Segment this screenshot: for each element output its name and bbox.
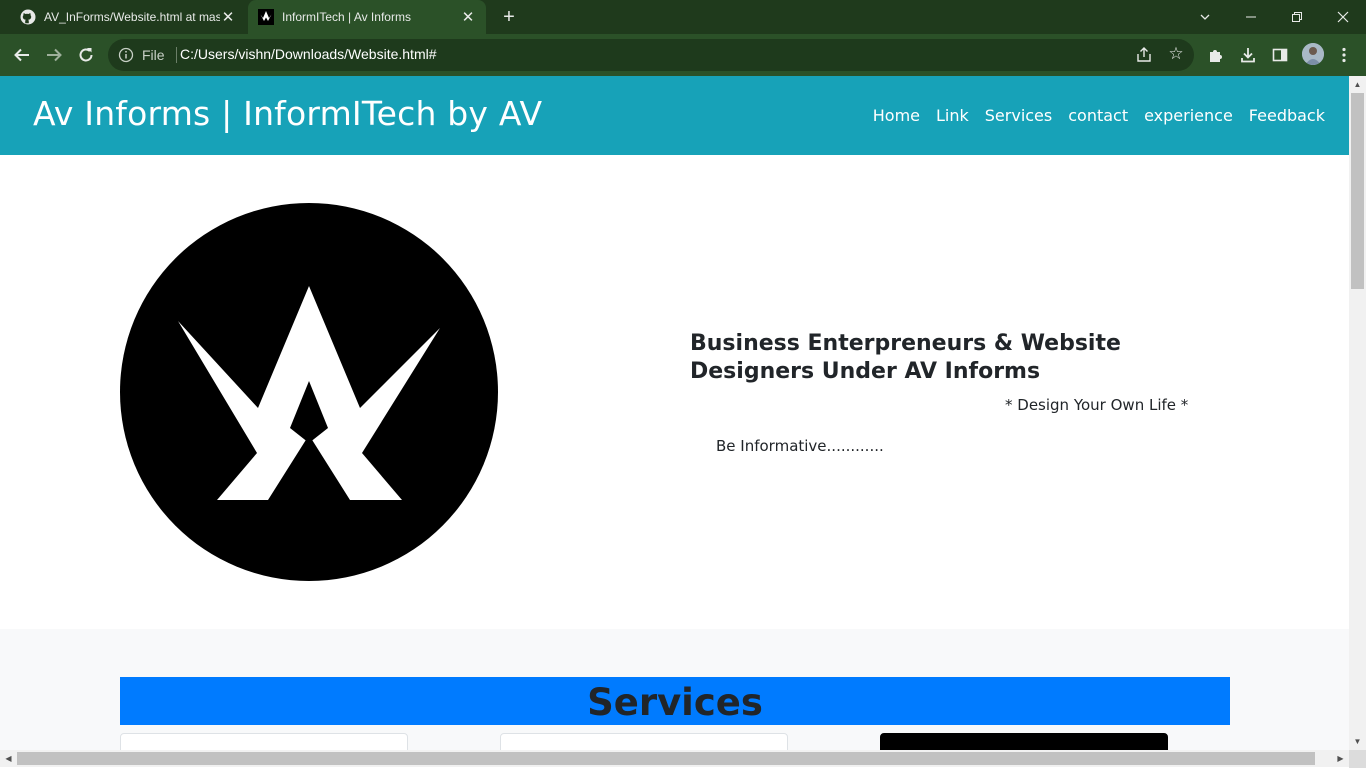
side-panel-icon <box>1272 48 1288 62</box>
nav-link-contact[interactable]: contact <box>1068 106 1128 125</box>
extensions-button[interactable] <box>1204 43 1228 67</box>
site-brand[interactable]: Av Informs | InformITech by AV <box>33 94 542 133</box>
browser-toolbar: File C:/Users/vishn/Downloads/Website.ht… <box>0 34 1366 76</box>
nav-link-experience[interactable]: experience <box>1144 106 1233 125</box>
download-icon <box>1241 48 1255 63</box>
services-heading: Services <box>587 681 763 724</box>
tab-search-button[interactable] <box>1182 0 1228 34</box>
profile-avatar[interactable] <box>1302 43 1324 65</box>
service-card <box>120 733 408 750</box>
av-logo-image <box>120 203 498 581</box>
minimize-button[interactable] <box>1228 0 1274 34</box>
github-icon <box>20 9 36 25</box>
scroll-down-arrow[interactable]: ▼ <box>1349 733 1366 750</box>
address-url[interactable]: C:/Users/vishn/Downloads/Website.html# <box>180 46 437 62</box>
services-section: Services <box>0 629 1349 750</box>
nav-link-link[interactable]: Link <box>936 106 969 125</box>
minimize-icon <box>1246 16 1256 18</box>
tab-title: AV_InForms/Website.html at mas <box>44 10 220 24</box>
vertical-scroll-thumb[interactable] <box>1351 93 1364 289</box>
bookmark-star-icon[interactable]: ☆ <box>1166 44 1186 64</box>
tab-github[interactable]: AV_InForms/Website.html at mas ✕ <box>10 0 246 34</box>
scrollbar-corner <box>1349 750 1366 768</box>
reload-icon <box>79 48 93 62</box>
scroll-up-arrow[interactable]: ▲ <box>1349 76 1366 93</box>
av-logo-icon <box>178 286 440 500</box>
address-bar[interactable]: File C:/Users/vishn/Downloads/Website.ht… <box>108 39 1194 71</box>
downloads-button[interactable] <box>1236 43 1260 67</box>
hero-subtitle: Be Informative............ <box>716 437 884 455</box>
tab-strip: AV_InForms/Website.html at mas ✕ InformI… <box>0 0 1366 34</box>
side-panel-button[interactable] <box>1268 43 1292 67</box>
hero-tagline: * Design Your Own Life * <box>1005 396 1189 414</box>
restore-icon <box>1292 12 1302 22</box>
restore-button[interactable] <box>1274 0 1320 34</box>
arrow-right-icon <box>47 48 62 62</box>
scroll-right-arrow[interactable]: ▶ <box>1332 750 1349 767</box>
kebab-menu-icon <box>1342 47 1346 63</box>
hero-section: Business Enterpreneurs & Website Designe… <box>0 155 1349 629</box>
new-tab-button[interactable]: + <box>498 7 520 29</box>
horizontal-scrollbar[interactable]: ◀ ▶ <box>0 750 1349 767</box>
forward-button[interactable] <box>42 43 66 67</box>
back-button[interactable] <box>10 43 34 67</box>
close-icon <box>1337 11 1349 23</box>
address-separator <box>176 47 177 63</box>
tab-title: InformITech | Av Informs <box>282 10 411 24</box>
tab-informitech[interactable]: InformITech | Av Informs ✕ <box>248 0 486 34</box>
avatar-icon <box>1302 43 1324 65</box>
site-nav-links: Home Link Services contact experience Fe… <box>873 106 1325 125</box>
services-banner: Services <box>120 677 1230 725</box>
service-card <box>880 733 1168 750</box>
nav-link-home[interactable]: Home <box>873 106 920 125</box>
nav-link-services[interactable]: Services <box>985 106 1052 125</box>
horizontal-scroll-thumb[interactable] <box>17 752 1315 765</box>
hero-title: Business Enterpreneurs & Website Designe… <box>690 331 1121 384</box>
address-scheme-label: File <box>142 47 165 63</box>
close-tab-icon[interactable]: ✕ <box>460 9 476 26</box>
chevron-down-icon <box>1200 14 1210 20</box>
service-card <box>500 733 788 750</box>
reload-button[interactable] <box>74 43 98 67</box>
info-icon[interactable] <box>118 47 134 63</box>
scroll-left-arrow[interactable]: ◀ <box>0 750 17 767</box>
vertical-scrollbar[interactable]: ▲ ▼ <box>1349 76 1366 750</box>
close-tab-icon[interactable]: ✕ <box>220 9 236 26</box>
close-window-button[interactable] <box>1320 0 1366 34</box>
arrow-left-icon <box>14 48 29 62</box>
site-navbar: Av Informs | InformITech by AV Home Link… <box>0 76 1349 155</box>
menu-button[interactable] <box>1332 43 1356 67</box>
share-icon[interactable] <box>1134 45 1154 65</box>
page-viewport: Av Informs | InformITech by AV Home Link… <box>0 76 1349 750</box>
av-logo-icon <box>258 9 274 25</box>
nav-link-feedback[interactable]: Feedback <box>1249 106 1325 125</box>
puzzle-icon <box>1210 50 1222 62</box>
